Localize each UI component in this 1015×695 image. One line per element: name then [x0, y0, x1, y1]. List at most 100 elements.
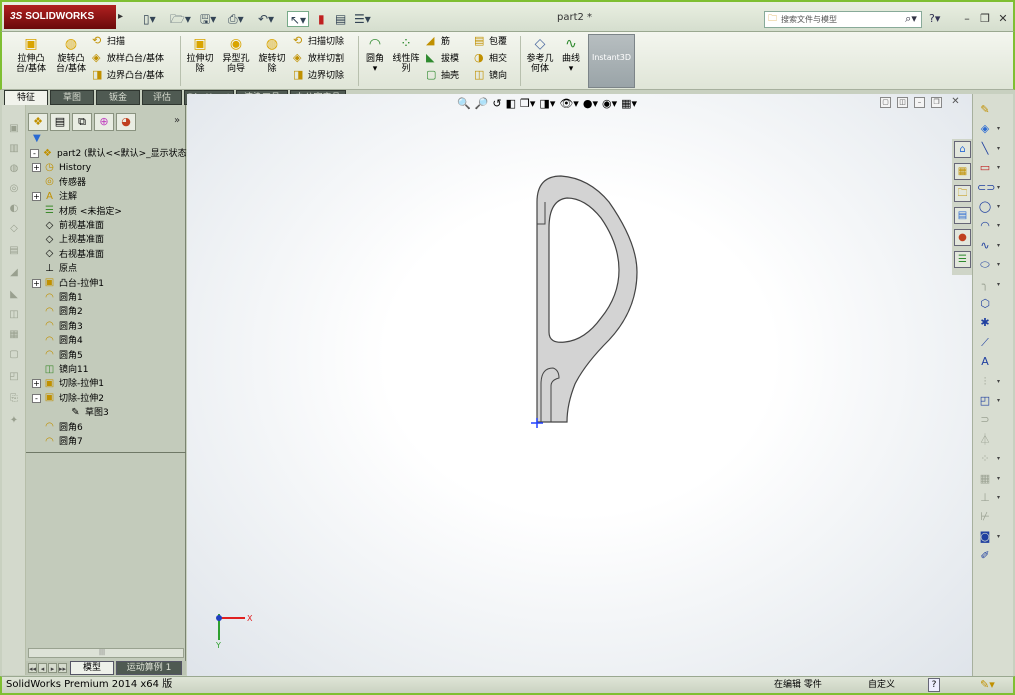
- linear-pattern-icon[interactable]: ⁘: [977, 451, 993, 466]
- swept-cut-button[interactable]: ⟲ 扫描切除: [293, 34, 344, 49]
- boundary-cut-button[interactable]: ◨ 边界切除: [293, 68, 344, 83]
- display-relations-icon[interactable]: ⊥: [977, 490, 993, 505]
- tree-node[interactable]: ◠ 圆角6: [32, 421, 83, 435]
- dropdown-arrow-icon[interactable]: ▾: [997, 141, 1005, 156]
- undo-icon[interactable]: ↶▾: [258, 11, 274, 27]
- fillet-sketch-icon[interactable]: ╮: [977, 277, 993, 292]
- view-palette-icon[interactable]: ▤: [954, 207, 971, 224]
- notification-icon[interactable]: ✎▾: [980, 677, 995, 693]
- configuration-manager-tab-icon[interactable]: ⧉: [72, 113, 92, 131]
- dropdown-arrow-icon[interactable]: ▾: [997, 218, 1005, 233]
- toolbar-icon[interactable]: ◐: [8, 203, 20, 215]
- viewport-single-icon[interactable]: ▢: [880, 97, 891, 108]
- print-icon[interactable]: ⎙▾: [228, 11, 244, 27]
- dropdown-arrow-icon[interactable]: ▾: [997, 471, 1005, 486]
- toolbar-icon[interactable]: ▤: [8, 245, 20, 257]
- curves-dropdown-icon[interactable]: ▾: [569, 64, 574, 74]
- tree-node[interactable]: ◠ 圆角4: [32, 334, 83, 348]
- toolbar-icon[interactable]: ▢: [8, 349, 20, 361]
- tab-sheet-metal[interactable]: 钣金: [96, 90, 140, 105]
- boundary-boss-button[interactable]: ◨ 边界凸台/基体: [92, 68, 164, 83]
- tab-sketch[interactable]: 草图: [50, 90, 94, 105]
- quick-snaps-icon[interactable]: ◙: [977, 529, 993, 544]
- expand-icon[interactable]: +: [32, 278, 41, 288]
- property-manager-tab-icon[interactable]: ▤: [50, 113, 70, 131]
- tree-node[interactable]: ◇ 前视基准面: [32, 219, 104, 233]
- tab-model[interactable]: 模型: [70, 661, 114, 675]
- tab-evaluate[interactable]: 评估: [142, 90, 182, 105]
- tree-node[interactable]: ◠ 圆角3: [32, 320, 83, 334]
- wrap-button[interactable]: ▤ 包覆: [474, 34, 507, 49]
- revolve-cut-button[interactable]: ◍ 旋转切除: [256, 36, 288, 74]
- tab-motion-study[interactable]: 运动算例 1: [116, 661, 182, 675]
- toolbar-icon[interactable]: ◫: [8, 309, 20, 321]
- tree-node[interactable]: ◠ 圆角5: [32, 349, 83, 363]
- expand-icon[interactable]: +: [32, 192, 41, 202]
- file-explorer-icon[interactable]: 🗀: [954, 185, 971, 202]
- design-library-icon[interactable]: ▦: [954, 163, 971, 180]
- spline-tool-icon[interactable]: ∿: [977, 238, 993, 253]
- previous-view-icon[interactable]: ↺: [492, 96, 501, 112]
- reference-geometry-button[interactable]: ◇ 参考几 何体: [524, 36, 556, 74]
- last-tab-arrow-icon[interactable]: ▸▸: [58, 663, 67, 673]
- tree-node[interactable]: - ❖ part2 (默认<<默认>_显示状态: [30, 147, 187, 161]
- dropdown-arrow-icon[interactable]: ▾: [997, 121, 1005, 136]
- display-manager-tab-icon[interactable]: ◕: [116, 113, 136, 131]
- open-folder-icon[interactable]: 🗁▾: [170, 11, 191, 27]
- tree-node[interactable]: ◇ 上视基准面: [32, 233, 104, 247]
- section-view-icon[interactable]: ◧: [506, 96, 516, 112]
- help-status-button[interactable]: ?: [928, 678, 940, 692]
- zoom-area-icon[interactable]: 🔎: [475, 96, 489, 112]
- draft-button[interactable]: ◣ 拔模: [426, 51, 459, 66]
- search-input[interactable]: 🗀 搜索文件与模型: [764, 11, 922, 28]
- toolbar-icon[interactable]: ◎: [8, 183, 20, 195]
- view-orientation-icon[interactable]: ❒▾: [520, 96, 535, 112]
- viewport-restore-icon[interactable]: ❐: [931, 97, 942, 108]
- solidworks-logo[interactable]: 3S SOLIDWORKS: [4, 5, 116, 29]
- prev-tab-arrow-icon[interactable]: ◂: [38, 663, 47, 673]
- search-icon[interactable]: ⌕▾: [900, 11, 922, 28]
- tab-features[interactable]: 特征: [4, 90, 48, 105]
- view-settings-icon[interactable]: ▦▾: [621, 96, 637, 112]
- dropdown-arrow-icon[interactable]: ▾: [997, 257, 1005, 272]
- display-style-icon[interactable]: ◨▾: [539, 96, 555, 112]
- tree-node[interactable]: ◎ 传感器: [32, 176, 86, 190]
- dropdown-arrow-icon[interactable]: ▾: [997, 393, 1005, 408]
- edit-appearance-icon[interactable]: ●▾: [583, 96, 598, 112]
- repair-sketch-icon[interactable]: ⊬: [977, 509, 993, 524]
- menu-flyout-arrow-icon[interactable]: ▸: [118, 5, 130, 29]
- viewport-split-icon[interactable]: ◫: [897, 97, 908, 108]
- toolbar-icon[interactable]: ◍: [8, 163, 20, 175]
- rib-button[interactable]: ◢ 筋: [426, 34, 450, 49]
- linear-pattern-button[interactable]: ⁘ 线性阵列: [390, 36, 422, 74]
- tree-node[interactable]: + ◷ History: [32, 161, 91, 175]
- offset-entities-icon[interactable]: ⊃: [977, 412, 993, 427]
- first-tab-arrow-icon[interactable]: ◂◂: [28, 663, 37, 673]
- save-icon[interactable]: 🖫▾: [200, 11, 216, 27]
- graphics-area[interactable]: 🔍 🔎 ↺ ◧ ❒▾ ◨▾ 👁▾ ●▾ ◉▾ ▦▾ ▢ ◫ – ❐ ✕ X Y: [187, 94, 972, 676]
- dropdown-arrow-icon[interactable]: ▾: [997, 451, 1005, 466]
- help-icon[interactable]: ?▾: [929, 12, 940, 25]
- tree-node[interactable]: + ▣ 切除-拉伸1: [32, 377, 104, 391]
- dropdown-arrow-icon[interactable]: ▾: [997, 374, 1005, 389]
- extrude-boss-button[interactable]: ▣ 拉伸凸 台/基体: [12, 36, 50, 74]
- convert-entities-icon[interactable]: ◰: [977, 393, 993, 408]
- rebuild-icon[interactable]: ▮: [318, 11, 325, 27]
- tree-node[interactable]: ◠ 圆角7: [32, 435, 83, 449]
- point-tool-icon[interactable]: ✱: [977, 315, 993, 330]
- toolbar-icon[interactable]: ▦: [8, 329, 20, 341]
- tree-node[interactable]: ◠ 圆角1: [32, 291, 83, 305]
- plane-tool-icon[interactable]: ⟋: [977, 335, 993, 350]
- smart-dimension-icon[interactable]: ◈: [977, 121, 993, 136]
- fillet-dropdown-icon[interactable]: ▾: [373, 64, 378, 74]
- exit-sketch-icon[interactable]: ✎: [977, 102, 993, 117]
- apply-scene-icon[interactable]: ◉▾: [602, 96, 617, 112]
- collapse-icon[interactable]: -: [32, 393, 41, 403]
- tree-node[interactable]: ✎ 草图3: [58, 406, 108, 420]
- toolbar-icon[interactable]: ✦: [8, 415, 20, 427]
- next-tab-arrow-icon[interactable]: ▸: [48, 663, 57, 673]
- hole-wizard-button[interactable]: ◉ 异型孔 向导: [220, 36, 252, 74]
- line-tool-icon[interactable]: ╲: [977, 141, 993, 156]
- ellipse-tool-icon[interactable]: ⬭: [977, 257, 993, 272]
- collapse-icon[interactable]: -: [30, 149, 39, 158]
